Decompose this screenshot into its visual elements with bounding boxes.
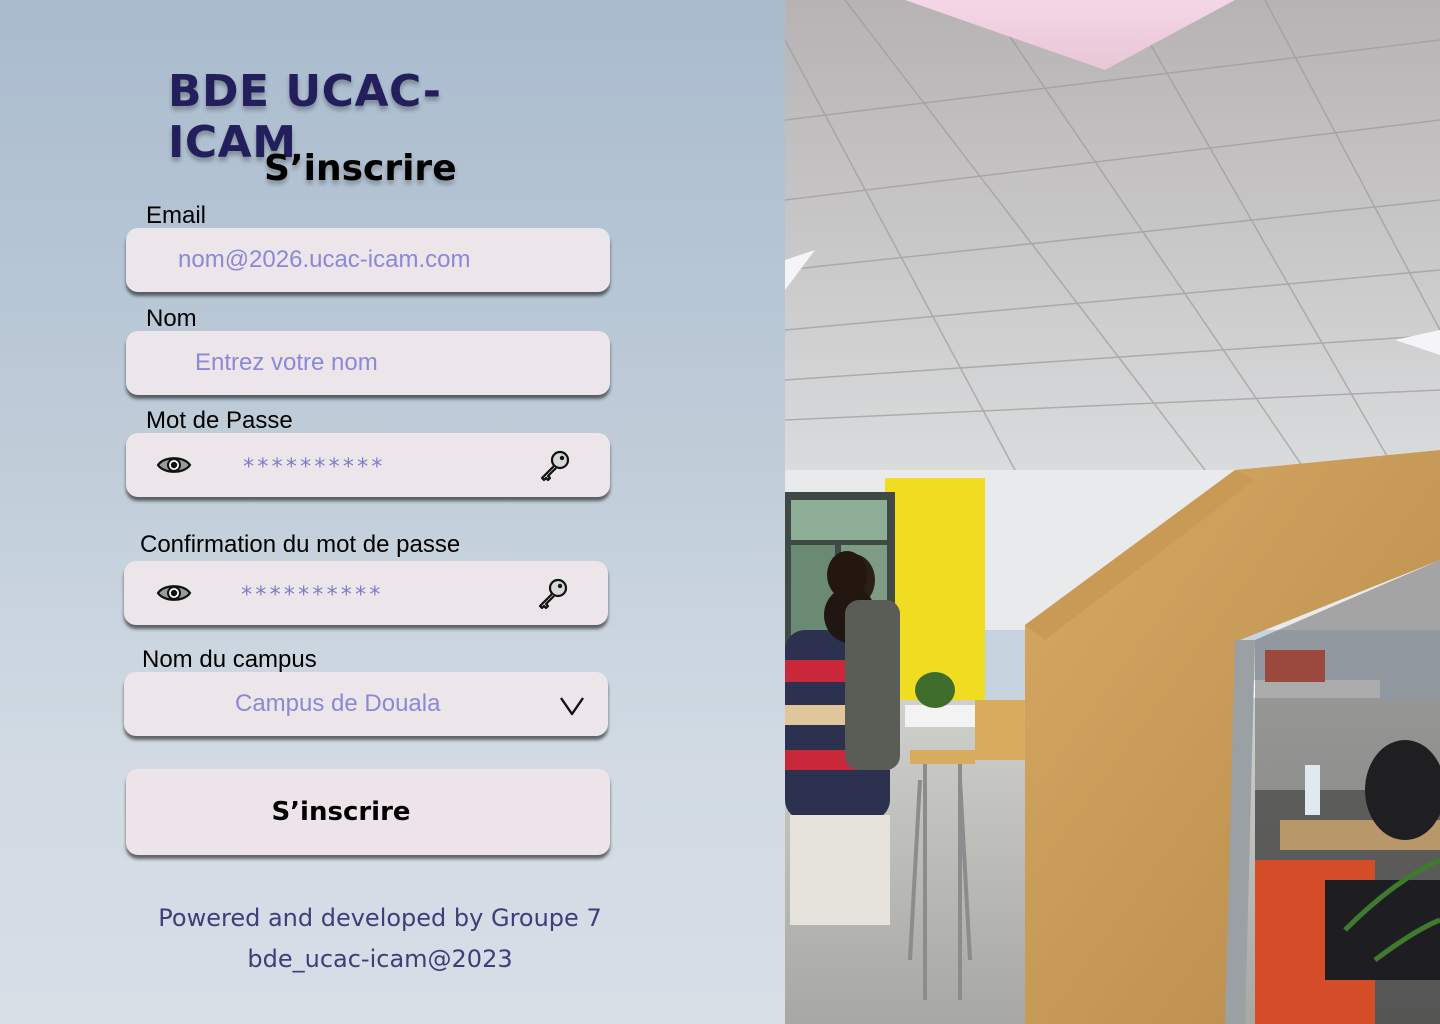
- footer-credits: Powered and developed by Groupe 7: [158, 904, 602, 932]
- footer-copyright: bde_ucac-icam@2023: [247, 945, 513, 973]
- submit-button[interactable]: S’inscrire: [126, 769, 610, 855]
- email-label: Email: [146, 202, 207, 229]
- password-value: **********: [242, 455, 385, 480]
- campus-selected-value: Campus de Douala: [235, 690, 441, 717]
- password-label: Mot de Passe: [146, 407, 293, 434]
- email-field[interactable]: nom@2026.ucac-icam.com: [126, 228, 610, 292]
- form-title: S’inscrire: [264, 148, 457, 189]
- name-field[interactable]: Entrez votre nom: [126, 331, 610, 395]
- key-icon: [538, 578, 568, 610]
- submit-button-label: S’inscrire: [271, 797, 411, 827]
- campus-photo: [785, 0, 1440, 1024]
- password-confirm-field[interactable]: **********: [124, 561, 608, 625]
- password-field[interactable]: **********: [126, 433, 610, 497]
- campus-select[interactable]: Campus de Douala: [124, 672, 608, 736]
- email-placeholder: nom@2026.ucac-icam.com: [178, 246, 471, 273]
- name-placeholder: Entrez votre nom: [195, 349, 378, 376]
- eye-icon[interactable]: [156, 581, 192, 605]
- campus-photo-image: [785, 0, 1440, 1024]
- chevron-down-icon[interactable]: [558, 694, 586, 718]
- password-confirm-value: **********: [240, 583, 383, 608]
- signup-panel: BDE UCAC-ICAM S’inscrire Email nom@2026.…: [0, 0, 785, 1024]
- name-label: Nom: [146, 305, 197, 332]
- password-confirm-label: Confirmation du mot de passe: [140, 531, 461, 558]
- eye-icon[interactable]: [156, 453, 192, 477]
- key-icon: [540, 450, 570, 482]
- campus-label: Nom du campus: [142, 646, 317, 673]
